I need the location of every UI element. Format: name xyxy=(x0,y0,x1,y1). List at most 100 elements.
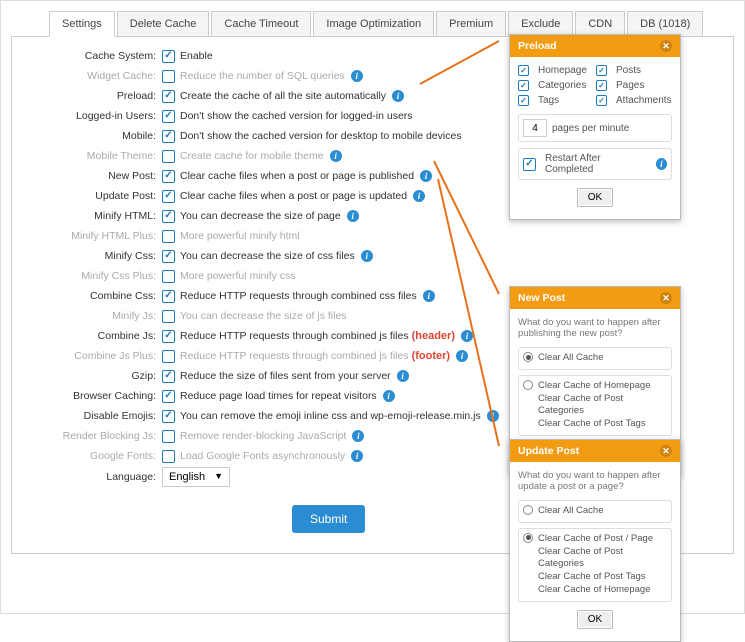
setting-desc: Don't show the cached version for logged… xyxy=(180,110,413,122)
checkbox[interactable] xyxy=(162,210,175,223)
tab-delete-cache[interactable]: Delete Cache xyxy=(117,11,210,37)
restart-checkbox[interactable] xyxy=(523,158,536,171)
newpost-opt2[interactable]: Clear Cache of Homepage Clear Cache of P… xyxy=(518,375,672,436)
checkbox[interactable] xyxy=(596,80,607,91)
setting-label: Cache System: xyxy=(22,50,162,62)
setting-desc: You can decrease the size of css files xyxy=(180,250,355,262)
radio-icon[interactable] xyxy=(523,505,533,515)
tab-cache-timeout[interactable]: Cache Timeout xyxy=(211,11,311,37)
info-icon[interactable]: i xyxy=(351,70,363,82)
setting-label: Minify HTML: xyxy=(22,210,162,222)
setting-label: Google Fonts: xyxy=(22,450,162,462)
preload-opt-pages[interactable]: Pages xyxy=(596,80,672,91)
preload-opt-homepage[interactable]: Homepage xyxy=(518,65,594,76)
checkbox[interactable] xyxy=(518,95,529,106)
setting-desc: You can remove the emoji inline css and … xyxy=(180,410,481,422)
setting-label: Minify Css Plus: xyxy=(22,270,162,282)
setting-desc: Reduce the number of SQL queries xyxy=(180,70,345,82)
checkbox[interactable] xyxy=(162,110,175,123)
checkbox[interactable] xyxy=(162,230,175,243)
preload-opt-attachments[interactable]: Attachments xyxy=(596,95,672,106)
checkbox[interactable] xyxy=(162,190,175,203)
checkbox[interactable] xyxy=(162,390,175,403)
newpost-opt1[interactable]: Clear All Cache xyxy=(518,347,672,370)
checkbox[interactable] xyxy=(162,350,175,363)
updatepost-opt1[interactable]: Clear All Cache xyxy=(518,500,672,523)
setting-label: Render Blocking Js: xyxy=(22,430,162,442)
updatepost-opt2[interactable]: Clear Cache of Post / Page Clear Cache o… xyxy=(518,528,672,602)
checkbox[interactable] xyxy=(162,130,175,143)
info-icon[interactable]: i xyxy=(413,190,425,202)
checkbox[interactable] xyxy=(162,250,175,263)
preload-popup: Preload✕ HomepagePostsCategoriesPagesTag… xyxy=(509,34,681,220)
suffix-label: (header) xyxy=(412,330,455,342)
setting-desc: Enable xyxy=(180,50,213,62)
setting-label: Browser Caching: xyxy=(22,390,162,402)
setting-desc: More powerful minify css xyxy=(180,270,296,282)
setting-desc: Reduce HTTP requests through combined js… xyxy=(180,330,409,342)
setting-label: Logged-in Users: xyxy=(22,110,162,122)
language-select[interactable]: English xyxy=(162,467,230,487)
info-icon[interactable]: i xyxy=(656,158,667,170)
language-label: Language: xyxy=(22,471,162,483)
preload-opt-categories[interactable]: Categories xyxy=(518,80,594,91)
checkbox[interactable] xyxy=(162,50,175,63)
close-icon[interactable]: ✕ xyxy=(660,445,672,457)
setting-desc: Clear cache files when a post or page is… xyxy=(180,170,414,182)
info-icon[interactable]: i xyxy=(397,370,409,382)
updatepost-title: Update Post xyxy=(518,445,579,457)
info-icon[interactable]: i xyxy=(352,430,364,442)
setting-desc: Remove render-blocking JavaScript xyxy=(180,430,346,442)
setting-label: Minify Css: xyxy=(22,250,162,262)
checkbox[interactable] xyxy=(162,170,175,183)
suffix-label: (footer) xyxy=(412,350,451,362)
info-icon[interactable]: i xyxy=(392,90,404,102)
checkbox[interactable] xyxy=(162,90,175,103)
radio-icon[interactable] xyxy=(523,533,533,543)
setting-label: Update Post: xyxy=(22,190,162,202)
checkbox[interactable] xyxy=(162,70,175,83)
checkbox[interactable] xyxy=(162,290,175,303)
ok-button[interactable]: OK xyxy=(577,188,613,207)
radio-icon[interactable] xyxy=(523,380,533,390)
preload-opt-posts[interactable]: Posts xyxy=(596,65,672,76)
tab-settings[interactable]: Settings xyxy=(49,11,115,37)
checkbox[interactable] xyxy=(162,150,175,163)
submit-button[interactable]: Submit xyxy=(292,505,365,533)
setting-desc: Don't show the cached version for deskto… xyxy=(180,130,462,142)
checkbox[interactable] xyxy=(596,65,607,76)
ok-button[interactable]: OK xyxy=(577,610,613,629)
preload-opt-tags[interactable]: Tags xyxy=(518,95,594,106)
setting-label: Mobile: xyxy=(22,130,162,142)
updatepost-question: What do you want to happen after update … xyxy=(518,470,672,492)
info-icon[interactable]: i xyxy=(361,250,373,262)
info-icon[interactable]: i xyxy=(330,150,342,162)
checkbox[interactable] xyxy=(162,310,175,323)
restart-row[interactable]: Restart After Completed i xyxy=(518,148,672,180)
checkbox[interactable] xyxy=(162,330,175,343)
info-icon[interactable]: i xyxy=(456,350,468,362)
checkbox[interactable] xyxy=(596,95,607,106)
setting-desc: Reduce HTTP requests through combined js… xyxy=(180,350,409,362)
close-icon[interactable]: ✕ xyxy=(660,40,672,52)
info-icon[interactable]: i xyxy=(347,210,359,222)
info-icon[interactable]: i xyxy=(461,330,473,342)
radio-icon[interactable] xyxy=(523,352,533,362)
close-icon[interactable]: ✕ xyxy=(660,292,672,304)
tab-image-optimization[interactable]: Image Optimization xyxy=(313,11,434,37)
tab-premium[interactable]: Premium xyxy=(436,11,506,37)
info-icon[interactable]: i xyxy=(423,290,435,302)
ppm-input[interactable] xyxy=(523,119,547,137)
checkbox[interactable] xyxy=(162,450,175,463)
setting-label: Disable Emojis: xyxy=(22,410,162,422)
checkbox[interactable] xyxy=(162,430,175,443)
info-icon[interactable]: i xyxy=(383,390,395,402)
info-icon[interactable]: i xyxy=(351,450,363,462)
checkbox[interactable] xyxy=(162,370,175,383)
checkbox[interactable] xyxy=(162,270,175,283)
checkbox[interactable] xyxy=(162,410,175,423)
checkbox[interactable] xyxy=(518,65,529,76)
checkbox[interactable] xyxy=(518,80,529,91)
info-icon[interactable]: i xyxy=(420,170,432,182)
info-icon[interactable]: i xyxy=(487,410,499,422)
